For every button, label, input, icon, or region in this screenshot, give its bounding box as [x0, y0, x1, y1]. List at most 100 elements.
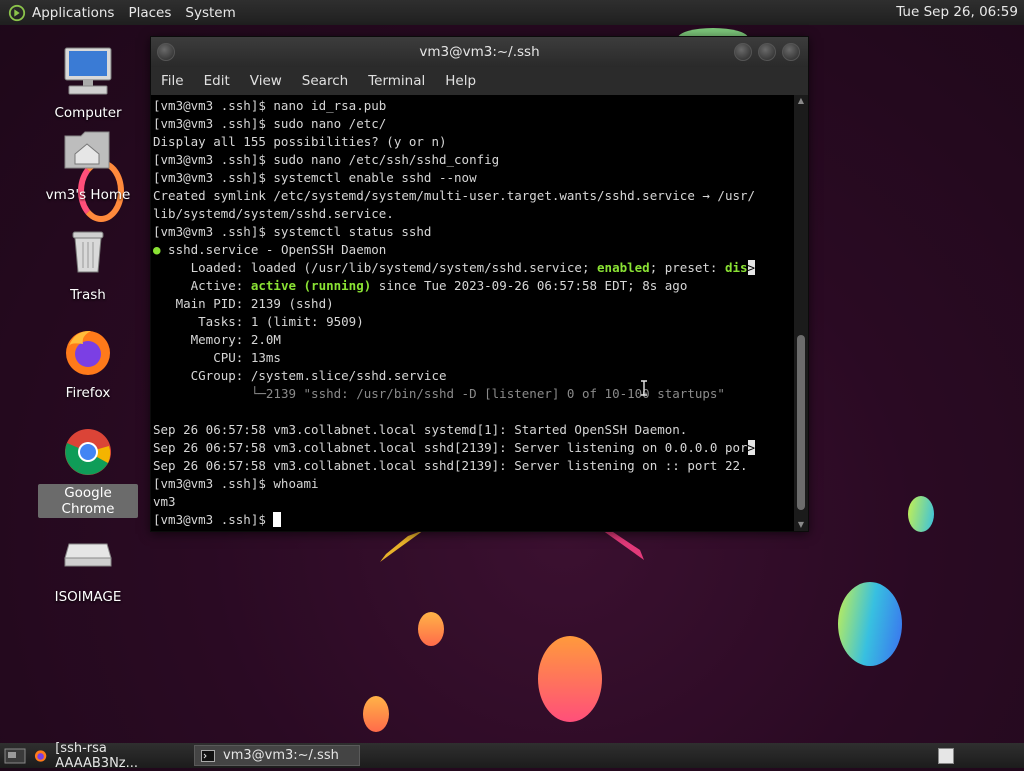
preset-text: ; preset: — [649, 260, 725, 275]
show-desktop-icon[interactable] — [4, 748, 26, 764]
clock[interactable]: Tue Sep 26, 06:59 — [896, 4, 1018, 20]
terminal-menubar: File Edit View Search Terminal Help — [151, 67, 808, 95]
desktop-icon-label: Firefox — [65, 385, 111, 401]
places-menu[interactable]: Places — [128, 5, 171, 21]
terminal-line: [vm3@vm3 .ssh]$ nano id_rsa.pub — [153, 98, 387, 113]
truncation-marker: > — [747, 440, 756, 455]
terminal-line: Created symlink /etc/systemd/system/mult… — [153, 188, 756, 203]
terminal-line: Main PID: 2139 (sshd) — [153, 296, 334, 311]
terminal-scrollbar[interactable]: ▲ ▼ — [794, 95, 808, 531]
terminal-prompt-line[interactable]: [vm3@vm3 .ssh]$ — [153, 511, 792, 529]
menu-edit[interactable]: Edit — [204, 73, 230, 89]
minimize-button[interactable] — [734, 43, 752, 61]
active-status: active (running) — [250, 278, 372, 293]
terminal-line: [vm3@vm3 .ssh]$ whoami — [153, 476, 319, 491]
terminal-line: Tasks: 1 (limit: 9509) — [153, 314, 364, 329]
firefox-icon — [66, 330, 110, 375]
desktop-icon-label: Computer — [54, 105, 122, 121]
desktop-icon-firefox[interactable]: Firefox — [38, 326, 138, 402]
computer-icon — [64, 47, 112, 95]
scroll-down-icon[interactable]: ▼ — [794, 519, 808, 531]
wallpaper-blob — [538, 636, 602, 722]
terminal-line: CPU: 13ms — [153, 350, 281, 365]
menu-terminal[interactable]: Terminal — [368, 73, 425, 89]
desktop-icon-trash[interactable]: Trash — [38, 228, 138, 304]
desktop-icon-label: Google Chrome — [38, 484, 138, 518]
wallpaper-streak — [602, 530, 644, 560]
bottom-taskbar: [ssh-rsa AAAAB3Nz... vm3@vm3:~/.ssh — [0, 741, 1024, 771]
terminal-line: Loaded: loaded (/usr/lib/systemd/system/… — [153, 259, 792, 277]
wallpaper-blob — [418, 612, 444, 646]
wallpaper-blob — [908, 496, 934, 532]
taskbar-item-firefox[interactable]: [ssh-rsa AAAAB3Nz... — [28, 741, 192, 771]
terminal-line: lib/systemd/system/sshd.service. — [153, 206, 394, 221]
desktop-icon-label: ISOIMAGE — [54, 589, 122, 605]
terminal-line: Sep 26 06:57:58 vm3.collabnet.local sshd… — [153, 458, 748, 473]
preset-value: dis — [724, 260, 748, 275]
text-cursor — [273, 512, 282, 527]
menu-file[interactable]: File — [161, 73, 184, 89]
wallpaper-streak — [380, 530, 424, 562]
prompt: [vm3@vm3 .ssh]$ — [153, 512, 274, 527]
top-panel: Applications Places System Tue Sep 26, 0… — [0, 0, 1024, 25]
terminal-icon — [201, 749, 215, 762]
process-line: 2139 "sshd: /usr/bin/sshd -D [listener] … — [265, 386, 725, 401]
terminal-line: [vm3@vm3 .ssh]$ sudo nano /etc/ — [153, 116, 387, 131]
truncation-marker: > — [747, 260, 756, 275]
distro-logo-icon[interactable] — [8, 4, 26, 22]
taskbar-item-label: vm3@vm3:~/.ssh — [223, 748, 339, 763]
desktop-icon-home[interactable]: vm3's Home — [38, 128, 138, 204]
chrome-icon — [65, 429, 111, 475]
desktop-icon-label: Trash — [70, 287, 106, 303]
terminal-line: [vm3@vm3 .ssh]$ sudo nano /etc/ssh/sshd_… — [153, 152, 500, 167]
terminal-line: Sep 26 06:57:58 vm3.collabnet.local syst… — [153, 422, 688, 437]
terminal-line: Display all 155 possibilities? (y or n) — [153, 134, 447, 149]
maximize-button[interactable] — [758, 43, 776, 61]
ibeam-cursor-icon — [641, 380, 647, 396]
terminal-line: Sep 26 06:57:58 vm3.collabnet.local sshd… — [153, 439, 792, 457]
status-dot: ● — [153, 242, 161, 257]
scroll-up-icon[interactable]: ▲ — [794, 95, 808, 107]
menu-help[interactable]: Help — [445, 73, 476, 89]
taskbar-item-terminal[interactable]: vm3@vm3:~/.ssh — [194, 745, 360, 766]
terminal-window[interactable]: vm3@vm3:~/.ssh File Edit View Search Ter… — [150, 36, 809, 532]
log-line: Sep 26 06:57:58 vm3.collabnet.local sshd… — [153, 440, 748, 455]
terminal-line: vm3 — [153, 494, 176, 509]
wallpaper-blob — [838, 582, 902, 666]
applications-menu[interactable]: Applications — [32, 5, 114, 21]
desktop-icon-label: vm3's Home — [45, 187, 131, 203]
terminal-line: Memory: 2.0M — [153, 332, 281, 347]
desktop-icon-computer[interactable]: Computer — [38, 46, 138, 122]
active-since: since Tue 2023-09-26 06:57:58 EDT; 8s ag… — [371, 278, 688, 293]
terminal-line: Active: active (running) since Tue 2023-… — [153, 277, 792, 295]
desktop-icon-isoimage[interactable]: ISOIMAGE — [38, 530, 138, 606]
trash-icon — [72, 231, 104, 273]
system-menu[interactable]: System — [185, 5, 235, 21]
desktop-icon-chrome[interactable]: Google Chrome — [38, 426, 138, 518]
menu-search[interactable]: Search — [302, 73, 348, 89]
menu-view[interactable]: View — [250, 73, 282, 89]
terminal-line: CGroup: /system.slice/sshd.service — [153, 368, 447, 383]
tree-branch: └─ — [153, 386, 266, 401]
terminal-line: └─2139 "sshd: /usr/bin/sshd -D [listener… — [153, 385, 792, 403]
window-title: vm3@vm3:~/.ssh — [419, 44, 540, 60]
firefox-icon — [34, 749, 47, 762]
taskbar-item-label: [ssh-rsa AAAAB3Nz... — [55, 740, 139, 771]
terminal-line: ● sshd.service - OpenSSH Daemon — [153, 241, 792, 259]
close-button[interactable] — [782, 43, 800, 61]
wallpaper-blob — [363, 696, 389, 732]
home-folder-icon — [64, 131, 110, 169]
loaded-text: Loaded: loaded (/usr/lib/systemd/system/… — [153, 260, 598, 275]
active-label: Active: — [153, 278, 251, 293]
enabled-text: enabled — [597, 260, 650, 275]
window-menu-button[interactable] — [157, 43, 175, 61]
window-titlebar[interactable]: vm3@vm3:~/.ssh — [151, 37, 808, 67]
terminal-line: [vm3@vm3 .ssh]$ systemctl status sshd — [153, 224, 432, 239]
terminal-line: [vm3@vm3 .ssh]$ systemctl enable sshd --… — [153, 170, 477, 185]
scrollbar-thumb[interactable] — [797, 335, 805, 510]
drive-icon — [64, 543, 112, 567]
workspace-switcher[interactable] — [938, 748, 954, 764]
terminal-output[interactable]: [vm3@vm3 .ssh]$ nano id_rsa.pub [vm3@vm3… — [151, 95, 792, 531]
service-name: sshd.service - OpenSSH Daemon — [160, 242, 387, 257]
